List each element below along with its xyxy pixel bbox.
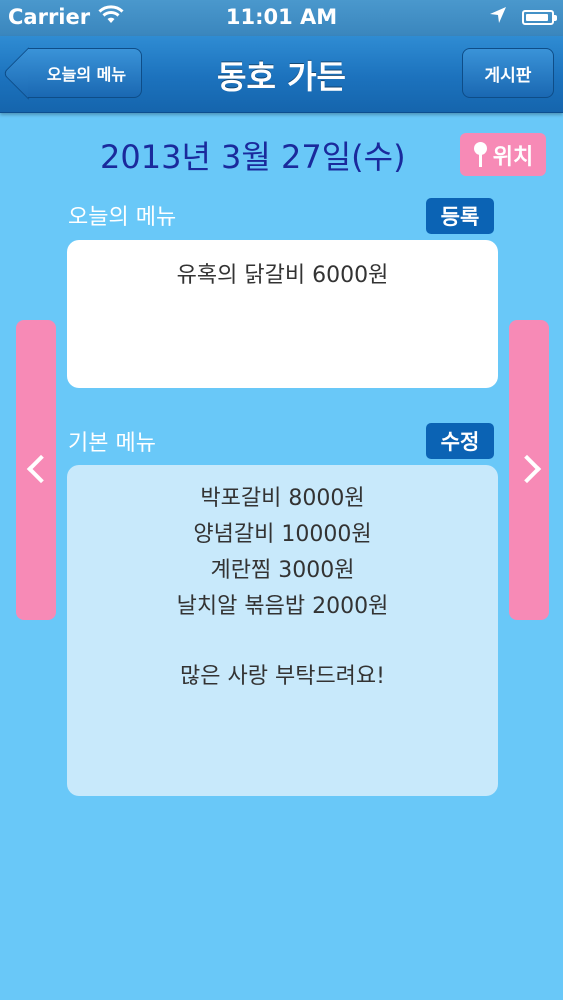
menu-item: 계란찜 3000원 <box>210 558 355 583</box>
clock: 11:01 AM <box>225 5 338 29</box>
menu-item: 박포갈비 8000원 <box>200 486 365 511</box>
board-button[interactable]: 게시판 <box>462 48 554 98</box>
basic-menu-box: 박포갈비 8000원 양념갈비 10000원 계란찜 3000원 날치알 볶음밥… <box>67 465 498 796</box>
menu-item: 유혹의 닭갈비 6000원 <box>176 263 389 288</box>
location-button-label: 위치 <box>492 144 534 170</box>
pin-icon <box>473 141 489 168</box>
status-bar: Carrier 11:01 AM <box>0 0 563 36</box>
today-menu-label: 오늘의 메뉴 <box>68 205 177 230</box>
location-services-icon <box>490 7 506 23</box>
previous-day-button[interactable] <box>16 320 56 620</box>
register-button[interactable]: 등록 <box>426 198 494 234</box>
board-button-label: 게시판 <box>484 65 532 86</box>
menu-item: 날치알 볶음밥 2000원 <box>176 594 389 619</box>
battery-icon <box>522 10 557 25</box>
location-button[interactable]: 위치 <box>460 133 546 176</box>
chevron-right-icon <box>512 454 542 484</box>
chevron-left-icon <box>26 454 56 484</box>
navigation-bar: 오늘의 메뉴 동호 가든 게시판 <box>0 36 563 113</box>
edit-button[interactable]: 수정 <box>426 423 494 459</box>
battery-fill <box>526 14 548 21</box>
next-day-button[interactable] <box>509 320 549 620</box>
today-menu-box: 유혹의 닭갈비 6000원 <box>67 240 498 388</box>
date-label: 2013년 3월 27일(수) <box>100 138 406 176</box>
menu-item: 양념갈비 10000원 <box>193 522 372 547</box>
menu-note: 많은 사랑 부탁드려요! <box>180 664 385 689</box>
basic-menu-label: 기본 메뉴 <box>68 431 156 456</box>
